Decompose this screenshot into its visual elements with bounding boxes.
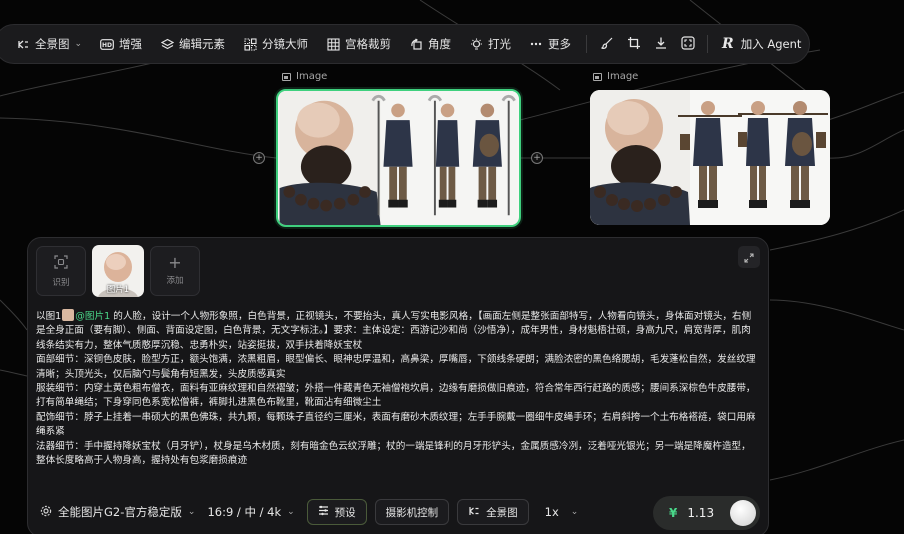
download-button[interactable] [647,24,674,64]
scan-icon [54,254,68,272]
storyboard-button[interactable]: 分镜大师 [234,24,317,64]
grid-icon [326,37,340,51]
chevron-down-icon: ⌄ [187,507,196,517]
edit-elements-button[interactable]: 编辑元素 [151,24,234,64]
add-reference-button[interactable]: + 添加 [150,246,200,296]
prompt-paragraph-4: 配饰细节：脖子上挂着一串硕大的黑色佛珠，共九颗，每颗珠子直径约三厘米，表面有磨砂… [36,411,756,438]
layers-icon [160,37,174,51]
prompt-paragraph-1: 以图1 @图片1 的人脸，设计一个人物形象照，白色背景，正视镜头，不要抬头，真人写… [36,309,760,353]
grid-crop-label: 宫格裁剪 [345,37,392,51]
edit-elements-label: 编辑元素 [179,37,226,51]
svg-text:HD: HD [102,42,112,49]
lighting-button[interactable]: 打光 [460,24,520,64]
generate-knob-icon [730,500,756,526]
chevron-down-icon: ⌄ [74,39,83,49]
prompt-prefix: 以图1 [36,311,62,322]
chevron-down-icon: ⌄ [287,507,295,517]
storyboard-label: 分镜大师 [262,37,309,51]
enhance-label: 增强 [119,37,143,51]
prompt-paragraph-5: 法器细节：手中握持降妖宝杖（月牙铲），杖身是乌木材质，刻有暗金色云纹浮雕；杖的一… [36,440,751,467]
more-dots-icon [529,37,543,51]
cost-value: 1.13 [687,506,715,520]
currency-icon: ¥ [669,506,678,520]
panorama-toggle-label: 全景图 [486,506,518,519]
hd-icon: HD [100,37,114,51]
image-toolbar: 全景图 ⌄ HD 增强 编辑元素 分镜大师 宫格裁剪 角度 打光 更多 R 加入… [0,24,810,64]
image-node-2[interactable] [590,90,830,225]
agent-label: 加入 Agent [740,37,802,51]
fullscreen-icon [680,35,695,54]
node1-label: Image [282,71,327,82]
prompt-panel: 识别 图片1 + 添加 以图1 @图片1 的人脸，设计一个人物形象照，白色背景，正… [27,237,769,534]
preset-button[interactable]: 预设 [306,499,367,525]
reference-image-1[interactable]: 图片1 [92,245,144,297]
rotate-icon [409,37,423,51]
toolbar-divider [707,35,709,53]
recognize-label: 识别 [52,277,70,288]
crop-icon [627,35,641,54]
generate-button[interactable]: ¥ 1.13 [653,496,760,530]
toolbar-divider [586,35,588,53]
enhance-button[interactable]: HD 增强 [91,24,151,64]
prompt-text[interactable]: 以图1 @图片1 的人脸，设计一个人物形象照，白色背景，正视镜头，不要抬头，真人写… [36,309,760,468]
panorama-icon [16,37,30,51]
count-selector[interactable]: 1x ⌄ [545,505,579,519]
node1-output-port[interactable]: + [531,152,543,164]
mention-thumbnail-icon [62,309,75,321]
character-sheet-image [279,91,518,225]
add-agent-button[interactable]: R 加入 Agent [722,36,801,52]
grid-crop-button[interactable]: 宫格裁剪 [317,24,400,64]
image-icon [282,72,291,81]
panorama-toggle-button[interactable]: 全景图 [457,499,529,525]
more-button[interactable]: 更多 [520,24,580,64]
expand-icon [744,248,754,267]
panorama-icon [468,505,480,520]
node2-title: Image [607,71,639,82]
image-icon [593,72,602,81]
recognize-button[interactable]: 识别 [36,246,86,296]
plus-icon: + [168,253,182,272]
camera-label: 摄影机控制 [385,506,439,519]
storyboard-icon [243,37,257,51]
angle-button[interactable]: 角度 [400,24,460,64]
reference-row: 识别 图片1 + 添加 [36,245,200,297]
expand-panel-button[interactable] [738,246,760,268]
generated-character-image [590,90,830,225]
node1-title: Image [296,71,328,82]
brush-button[interactable] [593,24,620,64]
model-label: 全能图片G2-官方稳定版 [58,505,182,519]
count-label: 1x [544,505,559,519]
fullscreen-button[interactable] [674,24,701,64]
prompt-paragraph-3: 服装细节：内穿土黄色粗布僧衣，面料有亚麻纹理和自然褶皱；外搭一件藏青色无袖僧袍坎… [36,383,756,409]
crop-button[interactable] [620,24,647,64]
model-selector[interactable]: 全能图片G2-官方稳定版 ⌄ [40,504,195,520]
model-gear-icon [40,505,52,520]
chevron-down-icon: ⌄ [570,507,579,517]
reference-image-label: 图片1 [106,285,130,295]
panorama-label: 全景图 [35,37,70,51]
prompt-line1: 的人脸，设计一个人物形象照，白色背景，正视镜头，不要抬头，真人写实电影风格，【画… [36,311,752,351]
preset-label: 预设 [334,506,356,519]
bulb-icon [469,37,483,51]
node1-input-port[interactable]: + [253,152,265,164]
angle-label: 角度 [428,37,452,51]
toolbar-tools [593,24,701,64]
prompt-paragraph-2: 面部细节：深铜色皮肤，脸型方正，额头饱满，浓黑粗眉，眼型偏长、眼神忠厚温和，高鼻… [36,354,756,380]
add-label: 添加 [166,276,184,286]
ratio-selector[interactable]: 16:9 / 中 / 4k ⌄ [207,504,294,520]
agent-logo-icon: R [722,36,734,52]
generation-controls: 全能图片G2-官方稳定版 ⌄ 16:9 / 中 / 4k ⌄ 预设 摄影机控制 … [40,497,578,527]
brush-icon [600,35,614,54]
download-icon [654,35,668,54]
panorama-menu[interactable]: 全景图 ⌄ [7,24,91,64]
node2-label: Image [593,71,638,82]
camera-control-button[interactable]: 摄影机控制 [374,499,450,525]
image-mention[interactable]: @图片1 [75,311,110,322]
ratio-label: 16:9 / 中 / 4k [207,505,282,519]
lighting-label: 打光 [488,37,512,51]
image-node-1[interactable] [276,89,521,227]
more-label: 更多 [548,37,572,51]
preset-icon [318,505,329,519]
